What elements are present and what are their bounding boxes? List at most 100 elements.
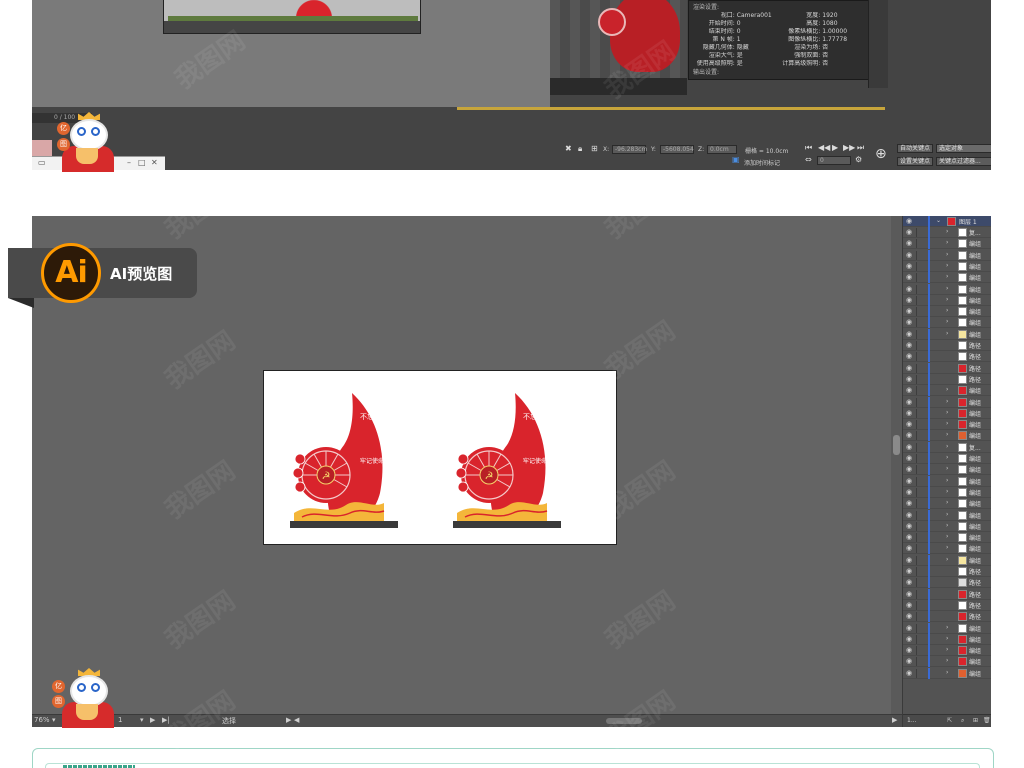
lock-column[interactable]	[916, 600, 917, 610]
layer-row[interactable]: ◉ 路径	[903, 373, 991, 385]
lock-column[interactable]	[916, 329, 917, 339]
lock-column[interactable]	[916, 307, 917, 317]
layer-row[interactable]: ◉ › 编组	[903, 498, 991, 510]
layer-row[interactable]: ◉ › 编组	[903, 622, 991, 634]
y-coord-field[interactable]: -5608.054	[660, 145, 694, 154]
layer-row[interactable]: ◉ › 编组	[903, 520, 991, 532]
expand-arrow-icon[interactable]: ›	[946, 511, 948, 518]
layer-row[interactable]: ◉ 路径	[903, 577, 991, 589]
lock-column[interactable]	[916, 442, 917, 452]
lock-column[interactable]	[916, 352, 917, 362]
visibility-eye-icon[interactable]: ◉	[906, 488, 914, 496]
delete-layer-icon[interactable]: 🗑︎	[983, 717, 991, 724]
lock-column[interactable]	[916, 318, 917, 328]
visibility-eye-icon[interactable]: ◉	[906, 465, 914, 473]
expand-arrow-icon[interactable]: ›	[946, 386, 948, 393]
scroll-left-icon[interactable]: ◀	[294, 716, 299, 724]
next-frame-icon[interactable]: ▶▶	[843, 143, 855, 152]
visibility-eye-icon[interactable]: ◉	[906, 590, 914, 598]
visibility-eye-icon[interactable]: ◉	[906, 533, 914, 541]
layer-row[interactable]: ◉ 路径	[903, 340, 991, 351]
layer-row[interactable]: ◉ › 编组	[903, 260, 991, 272]
expand-arrow-icon[interactable]: ›	[946, 431, 948, 438]
lock-column[interactable]	[916, 363, 917, 373]
visibility-eye-icon[interactable]: ◉	[906, 443, 914, 451]
isolate-icon[interactable]: ✖	[565, 144, 572, 153]
expand-arrow-icon[interactable]: ›	[946, 262, 948, 269]
visibility-eye-icon[interactable]: ◉	[906, 669, 914, 677]
expand-arrow-icon[interactable]: ›	[946, 533, 948, 540]
dialog-scrollbar[interactable]	[868, 0, 888, 88]
close-icon[interactable]: ✕	[151, 158, 158, 167]
lock-column[interactable]	[916, 612, 917, 622]
expand-arrow-icon[interactable]: ›	[946, 454, 948, 461]
visibility-eye-icon[interactable]: ◉	[906, 556, 914, 564]
visibility-eye-icon[interactable]: ◉	[906, 544, 914, 552]
layer-row[interactable]: ◉ › 编组	[903, 419, 991, 431]
canvas-vertical-scrollbar[interactable]	[891, 216, 902, 714]
scroll-thumb[interactable]	[893, 435, 900, 455]
expand-arrow-icon[interactable]: ›	[946, 522, 948, 529]
visibility-eye-icon[interactable]: ◉	[906, 612, 914, 620]
visibility-eye-icon[interactable]: ◉	[906, 251, 914, 259]
visibility-eye-icon[interactable]: ◉	[906, 635, 914, 643]
expand-arrow-icon[interactable]: ›	[946, 544, 948, 551]
expand-arrow-icon[interactable]: ›	[946, 556, 948, 563]
visibility-eye-icon[interactable]: ◉	[906, 409, 914, 417]
layer-row[interactable]: ◉ › 编组	[903, 667, 991, 679]
visibility-eye-icon[interactable]: ◉	[906, 657, 914, 665]
expand-arrow-icon[interactable]: ›	[946, 251, 948, 258]
horizontal-scroll-thumb[interactable]	[606, 718, 642, 724]
layer-row[interactable]: ◉ › 编组	[903, 430, 991, 442]
layer-row[interactable]: ◉ › 编组	[903, 645, 991, 657]
scroll-right-icon[interactable]: ▶	[892, 716, 897, 724]
lock-column[interactable]	[916, 341, 917, 350]
expand-arrow-icon[interactable]: ›	[946, 646, 948, 653]
lock-column[interactable]	[916, 465, 917, 475]
visibility-eye-icon[interactable]: ◉	[906, 431, 914, 439]
time-tag-icon[interactable]: ▣	[732, 155, 740, 164]
lock-column[interactable]	[916, 239, 917, 249]
layer-row[interactable]: ◉ 路径	[903, 566, 991, 577]
layer-row[interactable]: ◉ 路径	[903, 599, 991, 611]
visibility-eye-icon[interactable]: ◉	[906, 511, 914, 519]
next-artboard-icon[interactable]: ▶	[150, 716, 155, 724]
visibility-eye-icon[interactable]: ◉	[906, 398, 914, 406]
expand-chevron-icon[interactable]: ⌄	[936, 217, 941, 224]
new-layer-icon[interactable]: ⊞	[973, 717, 978, 724]
visibility-eye-icon[interactable]: ◉	[906, 217, 914, 225]
lock-column[interactable]	[916, 555, 917, 565]
add-time-tag[interactable]: 添加时间标记	[744, 158, 780, 167]
lock-column[interactable]	[916, 284, 917, 294]
lock-column[interactable]	[916, 589, 917, 599]
visibility-eye-icon[interactable]: ◉	[906, 262, 914, 270]
visibility-eye-icon[interactable]: ◉	[906, 307, 914, 315]
expand-arrow-icon[interactable]: ›	[946, 307, 948, 314]
layer-row[interactable]: ◉ › 编组	[903, 283, 991, 295]
lock-column[interactable]	[916, 668, 917, 678]
time-config-icon[interactable]: ⚙	[855, 155, 862, 164]
visibility-eye-icon[interactable]: ◉	[906, 228, 914, 236]
layer-row[interactable]: ◉ › 编组	[903, 486, 991, 498]
layer-row[interactable]: ◉ › 编组	[903, 328, 991, 340]
expand-arrow-icon[interactable]: ›	[946, 657, 948, 664]
current-frame-field[interactable]: 0	[817, 156, 851, 165]
expand-arrow-icon[interactable]: ›	[946, 443, 948, 450]
expand-arrow-icon[interactable]: ›	[946, 669, 948, 676]
locate-object-icon[interactable]: ⌕	[961, 717, 964, 725]
visibility-eye-icon[interactable]: ◉	[906, 499, 914, 507]
expand-arrow-icon[interactable]: ›	[946, 273, 948, 280]
layer-row[interactable]: ◉ › 编组	[903, 509, 991, 521]
visibility-eye-icon[interactable]: ◉	[906, 624, 914, 632]
visibility-eye-icon[interactable]: ◉	[906, 341, 914, 349]
lock-column[interactable]	[916, 273, 917, 283]
expand-arrow-icon[interactable]: ›	[946, 228, 948, 235]
expand-arrow-icon[interactable]: ›	[946, 499, 948, 506]
expand-arrow-icon[interactable]: ›	[946, 239, 948, 246]
lock-column[interactable]	[916, 420, 917, 430]
set-key-large-icon[interactable]: ⊕	[875, 146, 887, 162]
visibility-eye-icon[interactable]: ◉	[906, 375, 914, 383]
lock-column[interactable]	[916, 431, 917, 441]
lock-column[interactable]	[916, 533, 917, 543]
expand-arrow-icon[interactable]: ›	[946, 398, 948, 405]
